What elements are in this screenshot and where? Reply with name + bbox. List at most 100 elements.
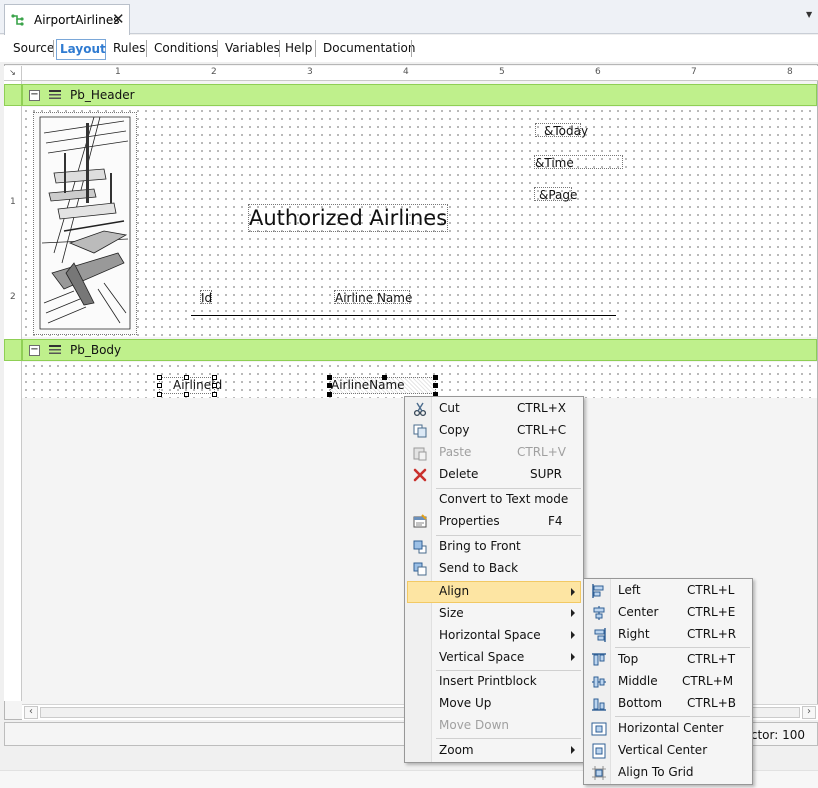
ruler-label: 5 xyxy=(499,67,505,77)
menu-item-shortcut: CTRL+V xyxy=(517,445,566,459)
menu-item-align-center[interactable]: Center CTRL+E xyxy=(586,602,750,624)
menu-item-label: Bring to Front xyxy=(439,539,521,553)
selection-handle[interactable] xyxy=(327,383,332,388)
collapse-icon[interactable]: − xyxy=(29,90,40,101)
menu-item-move-down[interactable]: Move Down xyxy=(407,715,581,737)
menu-item-label: Bottom xyxy=(618,696,663,710)
menu-item-shortcut: SUPR xyxy=(530,467,562,481)
document-tab[interactable]: AirportAirlines ✕ xyxy=(4,4,130,35)
menu-item-align[interactable]: Align xyxy=(407,581,581,603)
menu-item-label: Vertical Space xyxy=(439,650,525,664)
bring-to-front-icon xyxy=(413,540,427,554)
vertical-center-icon xyxy=(592,743,606,759)
menu-item-convert-to-text-mode[interactable]: Convert to Text mode xyxy=(407,489,581,511)
menu-separator xyxy=(615,716,750,717)
report-title[interactable]: Authorized Airlines xyxy=(248,204,448,232)
selection-handle[interactable] xyxy=(327,392,332,397)
menu-item-vertical-center[interactable]: Vertical Center xyxy=(586,740,750,762)
tab-separator xyxy=(279,40,280,57)
ruler-label: 6 xyxy=(595,67,601,77)
menu-item-properties[interactable]: Properties F4 xyxy=(407,511,581,533)
body-canvas: AirlineId AirlineName xyxy=(22,362,817,398)
menu-item-label: Right xyxy=(618,627,650,641)
paste-icon xyxy=(413,447,427,461)
column-header-id[interactable]: Id xyxy=(200,290,212,305)
selection-handle[interactable] xyxy=(157,392,162,397)
copy-icon xyxy=(413,424,427,438)
page-field[interactable]: &Page xyxy=(534,187,577,202)
menu-item-align-middle[interactable]: Middle CTRL+M xyxy=(586,671,750,693)
selection-handle[interactable] xyxy=(212,375,217,380)
menu-item-shortcut: CTRL+T xyxy=(687,652,736,666)
header-underline[interactable] xyxy=(191,315,616,316)
tab-documentation[interactable]: Documentation xyxy=(320,39,419,60)
horizontal-ruler: 1 2 3 4 5 6 7 8 xyxy=(22,66,818,81)
menu-item-align-to-grid[interactable]: Align To Grid xyxy=(586,762,750,784)
menu-item-align-bottom[interactable]: Bottom CTRL+B xyxy=(586,693,750,715)
tab-separator xyxy=(146,40,147,57)
menu-item-delete[interactable]: Delete SUPR xyxy=(407,464,581,486)
horizontal-center-icon xyxy=(591,722,607,736)
menu-item-paste[interactable]: Paste CTRL+V xyxy=(407,442,581,464)
menu-item-label: Insert Printblock xyxy=(439,674,537,688)
selection-handle[interactable] xyxy=(433,375,438,380)
menu-item-label: Middle xyxy=(618,674,658,688)
close-icon[interactable]: ✕ xyxy=(112,10,125,28)
selection-handle[interactable] xyxy=(212,383,217,388)
airport-illustration xyxy=(34,113,136,334)
menu-item-bring-to-front[interactable]: Bring to Front xyxy=(407,536,581,558)
band-header[interactable]: − Pb_Header xyxy=(22,84,817,106)
menu-item-label: Size xyxy=(439,606,464,620)
menu-item-align-top[interactable]: Top CTRL+T xyxy=(586,649,750,671)
menu-item-vertical-space[interactable]: Vertical Space xyxy=(407,647,581,669)
menu-item-shortcut: CTRL+C xyxy=(517,423,567,437)
menu-item-align-right[interactable]: Right CTRL+R xyxy=(586,624,750,646)
selection-handle[interactable] xyxy=(382,375,387,380)
menu-item-move-up[interactable]: Move Up xyxy=(407,693,581,715)
column-header-airline-name[interactable]: Airline Name xyxy=(334,290,412,305)
tab-conditions[interactable]: Conditions xyxy=(151,39,221,60)
collapse-icon[interactable]: − xyxy=(29,345,40,356)
menu-separator xyxy=(436,738,581,739)
printblock-icon xyxy=(49,90,61,99)
time-field[interactable]: &Time xyxy=(534,155,623,170)
scroll-right-icon[interactable]: › xyxy=(802,706,816,719)
menu-item-insert-printblock[interactable]: Insert Printblock xyxy=(407,671,581,693)
editor-subtabs: Source Layout Rules Conditions Variables… xyxy=(0,35,818,62)
ruler-corner: ↘ xyxy=(4,66,22,81)
printblock-icon xyxy=(49,345,61,354)
band-marker xyxy=(4,84,22,106)
selection-handle[interactable] xyxy=(433,383,438,388)
menu-item-label: Copy xyxy=(439,423,470,437)
menu-item-horizontal-space[interactable]: Horizontal Space xyxy=(407,625,581,647)
tab-layout[interactable]: Layout xyxy=(56,39,106,60)
selection-handle[interactable] xyxy=(157,383,162,388)
menu-item-horizontal-center[interactable]: Horizontal Center xyxy=(586,718,750,740)
menu-item-align-left[interactable]: Left CTRL+L xyxy=(586,580,750,602)
scroll-left-icon[interactable]: ‹ xyxy=(24,706,38,719)
selection-handle[interactable] xyxy=(212,392,217,397)
selection-handle[interactable] xyxy=(184,375,189,380)
today-field[interactable]: &Today xyxy=(535,123,588,138)
tab-help[interactable]: Help xyxy=(282,39,315,60)
menu-item-send-to-back[interactable]: Send to Back xyxy=(407,558,581,580)
menu-item-cut[interactable]: Cut CTRL+X xyxy=(407,398,581,420)
menu-separator xyxy=(615,647,750,648)
selection-handle[interactable] xyxy=(327,375,332,380)
align-top-icon xyxy=(592,653,606,666)
menu-item-copy[interactable]: Copy CTRL+C xyxy=(407,420,581,442)
menu-item-label: Align To Grid xyxy=(618,765,694,779)
tab-list-dropdown-icon[interactable]: ▼ xyxy=(806,10,812,19)
band-body[interactable]: − Pb_Body xyxy=(22,339,817,361)
airport-image[interactable] xyxy=(33,112,137,335)
selection-handle[interactable] xyxy=(157,375,162,380)
selection-handle[interactable] xyxy=(184,392,189,397)
menu-item-size[interactable]: Size xyxy=(407,603,581,625)
tab-rules[interactable]: Rules xyxy=(110,39,148,60)
menu-item-label: Align xyxy=(439,584,470,598)
menu-item-zoom[interactable]: Zoom xyxy=(407,740,581,762)
tab-source[interactable]: Source xyxy=(10,39,57,60)
ruler-label: 3 xyxy=(307,67,313,77)
ruler-label: 1 xyxy=(115,67,121,77)
tab-variables[interactable]: Variables xyxy=(222,39,283,60)
